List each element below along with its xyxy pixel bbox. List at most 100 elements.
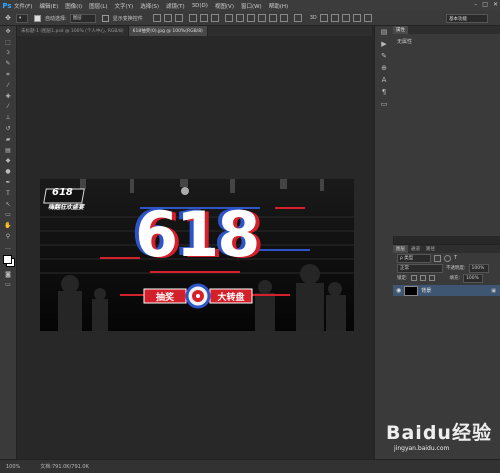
edit-toolbar-icon[interactable]: … bbox=[0, 242, 16, 253]
zoom-tool-icon[interactable]: ⚲ bbox=[0, 231, 16, 242]
blur-tool-icon[interactable]: ◆ bbox=[0, 156, 16, 167]
distribute-bottom-icon[interactable] bbox=[246, 14, 255, 22]
menu-layer[interactable]: 图层(L) bbox=[89, 2, 107, 10]
clone-stamp-tool-icon[interactable]: ⊥ bbox=[0, 112, 16, 123]
actions-panel-icon[interactable]: ▶ bbox=[375, 38, 393, 50]
tab-channels[interactable]: 通道 bbox=[408, 245, 423, 253]
move-tool-icon[interactable]: ✥ bbox=[3, 13, 13, 23]
quick-mask-icon[interactable]: ◙ bbox=[0, 269, 16, 280]
tab-layers[interactable]: 图层 bbox=[393, 245, 408, 253]
filter-type-icon[interactable]: T bbox=[454, 255, 457, 261]
align-top-icon[interactable] bbox=[152, 14, 161, 22]
tab-paths[interactable]: 路径 bbox=[423, 245, 438, 253]
distribute-right-icon[interactable] bbox=[279, 14, 288, 22]
fill-input[interactable]: 100% bbox=[463, 273, 484, 283]
screen-mode-icon[interactable]: ▭ bbox=[0, 280, 16, 291]
wheel-label: 大转盘 bbox=[217, 293, 245, 303]
gradient-tool-icon[interactable]: ▤ bbox=[0, 145, 16, 156]
close-button[interactable]: ✕ bbox=[493, 1, 498, 8]
layer-row-background[interactable]: ◉ 背景 ▣ bbox=[393, 285, 500, 296]
align-center-icon[interactable] bbox=[199, 14, 208, 22]
pen-tool-icon[interactable]: ✒ bbox=[0, 177, 16, 188]
align-left-icon[interactable] bbox=[188, 14, 197, 22]
paragraph-panel-icon[interactable]: ¶ bbox=[375, 86, 393, 98]
auto-select-dropdown[interactable]: 图层 bbox=[69, 13, 96, 23]
lock-position-icon[interactable] bbox=[419, 275, 426, 281]
3d-pan-icon[interactable] bbox=[341, 14, 350, 22]
layer-thumbnail bbox=[404, 285, 419, 296]
auto-select-checkbox[interactable] bbox=[34, 14, 41, 22]
distribute-top-icon[interactable] bbox=[224, 14, 233, 22]
history-panel-icon[interactable]: ▤ bbox=[375, 26, 393, 38]
auto-align-icon[interactable] bbox=[293, 14, 302, 22]
filter-adjustment-icon[interactable] bbox=[444, 254, 451, 262]
menu-select[interactable]: 选择(S) bbox=[140, 2, 159, 10]
workspace-dropdown[interactable]: 基本功能 bbox=[446, 14, 488, 23]
opacity-input[interactable]: 100% bbox=[468, 263, 489, 273]
dodge-tool-icon[interactable]: ● bbox=[0, 166, 16, 177]
maximize-button[interactable]: □ bbox=[482, 1, 488, 8]
menu-file[interactable]: 文件(F) bbox=[14, 2, 32, 10]
character-panel-icon[interactable]: A bbox=[375, 74, 393, 86]
type-tool-icon[interactable]: T bbox=[0, 188, 16, 199]
blend-mode-dropdown[interactable]: 正常 bbox=[397, 263, 443, 273]
menu-image[interactable]: 图像(I) bbox=[65, 2, 82, 10]
status-bar: 100% 文档:791.0K/791.0K bbox=[0, 459, 500, 473]
tool-preset-picker[interactable]: ▾ bbox=[16, 13, 28, 23]
big-number: 618 bbox=[135, 198, 260, 271]
brush-panel-icon[interactable]: ✎ bbox=[375, 50, 393, 62]
menu-3d[interactable]: 3D(D) bbox=[192, 3, 208, 9]
3d-rotate-icon[interactable] bbox=[319, 14, 328, 22]
tab-untitled-1[interactable]: 未标题-1 (图层1.psd @ 100% (个人中心, RGB/8) bbox=[17, 26, 129, 36]
3d-slide-icon[interactable] bbox=[352, 14, 361, 22]
lasso-tool-icon[interactable]: ↄ bbox=[0, 48, 16, 59]
lock-all-icon[interactable] bbox=[428, 275, 435, 281]
quick-select-tool-icon[interactable]: ✎ bbox=[0, 58, 16, 69]
3d-scale-icon[interactable] bbox=[363, 14, 372, 22]
lottery-label: 抽奖 bbox=[155, 293, 174, 303]
distribute-center-icon[interactable] bbox=[268, 14, 277, 22]
crop-tool-icon[interactable]: ⌗ bbox=[0, 69, 16, 80]
distribute-middle-icon[interactable] bbox=[235, 14, 244, 22]
brush-tool-icon[interactable]: ⁄ bbox=[0, 102, 16, 113]
path-select-tool-icon[interactable]: ↖ bbox=[0, 199, 16, 210]
zoom-level[interactable]: 100% bbox=[6, 464, 20, 470]
lock-icon: ▣ bbox=[491, 287, 496, 294]
menu-help[interactable]: 帮助(H) bbox=[269, 2, 288, 10]
clone-source-panel-icon[interactable]: ⊕ bbox=[375, 62, 393, 74]
align-bottom-icon[interactable] bbox=[174, 14, 183, 22]
align-middle-icon[interactable] bbox=[163, 14, 172, 22]
eyedropper-tool-icon[interactable]: ⁄ bbox=[0, 80, 16, 91]
visibility-eye-icon[interactable]: ◉ bbox=[396, 287, 401, 294]
3d-roll-icon[interactable] bbox=[330, 14, 339, 22]
layer-filter-dropdown[interactable]: ρ 类型 bbox=[397, 253, 431, 263]
lock-pixels-icon[interactable] bbox=[410, 275, 417, 281]
filter-pixel-icon[interactable] bbox=[434, 254, 441, 262]
menu-edit[interactable]: 编辑(E) bbox=[39, 2, 58, 10]
menu-view[interactable]: 视图(V) bbox=[215, 2, 234, 10]
minimize-button[interactable]: – bbox=[474, 1, 477, 8]
hand-tool-icon[interactable]: ✋ bbox=[0, 220, 16, 231]
menu-type[interactable]: 文字(Y) bbox=[115, 2, 134, 10]
tool-presets-panel-icon[interactable]: ▭ bbox=[375, 98, 393, 110]
auto-select-label: 自动选择: bbox=[45, 15, 67, 22]
move-tool-icon[interactable]: ✥ bbox=[0, 26, 16, 37]
foreground-color-swatch[interactable] bbox=[3, 254, 12, 264]
align-right-icon[interactable] bbox=[210, 14, 219, 22]
menu-filter[interactable]: 滤镜(T) bbox=[166, 2, 185, 10]
properties-content: 无属性 bbox=[397, 39, 413, 45]
tab-properties[interactable]: 属性 bbox=[393, 26, 408, 34]
badge-number: 618 bbox=[52, 187, 73, 198]
menu-window[interactable]: 窗口(W) bbox=[241, 2, 262, 10]
eraser-tool-icon[interactable]: ▰ bbox=[0, 134, 16, 145]
marquee-tool-icon[interactable]: ⬚ bbox=[0, 37, 16, 48]
color-swatches[interactable] bbox=[0, 253, 16, 269]
document-canvas[interactable]: 618 嗨翻狂欢盛宴 618 618 618 抽奖 大转盘 bbox=[40, 179, 354, 331]
shape-tool-icon[interactable]: ▭ bbox=[0, 210, 16, 221]
tab-618-lottery[interactable]: 618抽奖(0).jpg @ 100%(RGB/8) bbox=[128, 26, 208, 36]
history-brush-tool-icon[interactable]: ↺ bbox=[0, 123, 16, 134]
show-transform-checkbox[interactable] bbox=[101, 14, 109, 22]
healing-brush-tool-icon[interactable]: ✚ bbox=[0, 91, 16, 102]
distribute-left-icon[interactable] bbox=[257, 14, 266, 22]
opacity-label: 不透明度: bbox=[446, 266, 466, 271]
